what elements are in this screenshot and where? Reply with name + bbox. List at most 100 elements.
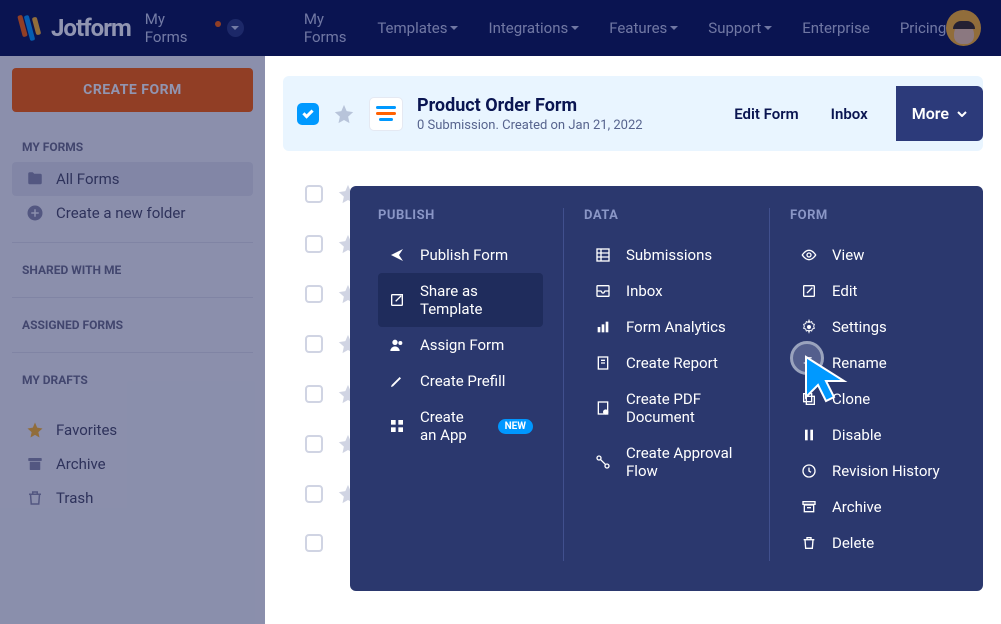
form-checkbox[interactable] [305, 235, 323, 253]
eye-icon [800, 246, 818, 264]
form-subtitle: 0 Submission. Created on Jan 21, 2022 [417, 118, 643, 133]
form-checkbox[interactable] [305, 335, 323, 353]
analytics-icon [594, 318, 612, 336]
sidebar-item-archive[interactable]: Archive [12, 447, 253, 481]
chevron-down-icon [764, 26, 772, 30]
history-icon [800, 462, 818, 480]
clone-icon [800, 390, 818, 408]
create-app-item[interactable]: Create an AppNEW [378, 399, 543, 453]
trash-icon [26, 489, 44, 507]
nav-pricing[interactable]: Pricing [900, 10, 946, 46]
create-approval-item[interactable]: Create Approval Flow [584, 435, 749, 489]
logo-icon [20, 15, 39, 41]
form-checkbox[interactable] [305, 435, 323, 453]
users-icon [388, 336, 406, 354]
assign-form-item[interactable]: Assign Form [378, 327, 543, 363]
check-icon [302, 107, 313, 118]
archive-item[interactable]: Archive [790, 489, 955, 525]
dropdown-header-data: DATA [584, 208, 749, 223]
form-title: Product Order Form [417, 95, 643, 116]
form-card[interactable]: Product Order Form 0 Submission. Created… [283, 76, 983, 151]
publish-form-item[interactable]: Publish Form [378, 237, 543, 273]
create-pdf-item[interactable]: Create PDF Document [584, 381, 749, 435]
form-type-icon [369, 97, 403, 131]
external-icon [388, 291, 406, 309]
archive-icon [26, 455, 44, 473]
sidebar-header-assigned: ASSIGNED FORMS [12, 310, 253, 340]
sidebar-item-all-forms[interactable]: All Forms [12, 162, 253, 196]
pause-icon [800, 426, 818, 444]
sidebar: CREATE FORM MY FORMS All Forms Create a … [0, 56, 265, 624]
nav-features[interactable]: Features [609, 10, 678, 46]
notification-dot-icon [215, 21, 221, 27]
dropdown-header-form: FORM [790, 208, 955, 223]
chevron-down-icon [571, 26, 579, 30]
myforms-dropdown[interactable]: My Forms [145, 10, 244, 46]
folder-icon [26, 170, 44, 188]
edit-form-button[interactable]: Edit Form [730, 86, 802, 141]
inbox-item[interactable]: Inbox [584, 273, 749, 309]
logo[interactable]: Jotform [20, 14, 131, 42]
more-dropdown: PUBLISH Publish Form Share as Template A… [350, 186, 983, 591]
new-badge: NEW [498, 419, 533, 434]
nav-templates[interactable]: Templates [377, 10, 458, 46]
report-icon [594, 354, 612, 372]
create-report-item[interactable]: Create Report [584, 345, 749, 381]
form-analytics-item[interactable]: Form Analytics [584, 309, 749, 345]
rename-icon [800, 354, 818, 372]
form-checkbox[interactable] [305, 185, 323, 203]
sidebar-header-drafts: MY DRAFTS [12, 365, 253, 395]
settings-item[interactable]: Settings [790, 309, 955, 345]
share-icon [388, 246, 406, 264]
archive-icon [800, 498, 818, 516]
plus-circle-icon [26, 204, 44, 222]
gear-icon [800, 318, 818, 336]
clone-item[interactable]: Clone [790, 381, 955, 417]
nav-support[interactable]: Support [708, 10, 772, 46]
form-checkbox[interactable] [305, 285, 323, 303]
chevron-down-icon [227, 19, 244, 37]
edit-icon [800, 282, 818, 300]
chevron-down-icon [670, 26, 678, 30]
chevron-down-icon [450, 26, 458, 30]
favorite-toggle[interactable] [333, 103, 355, 125]
sidebar-item-new-folder[interactable]: Create a new folder [12, 196, 253, 230]
top-nav: Jotform My Forms My Forms Templates Inte… [0, 0, 1001, 56]
form-checkbox[interactable] [297, 103, 319, 125]
form-checkbox[interactable] [305, 485, 323, 503]
create-prefill-item[interactable]: Create Prefill [378, 363, 543, 399]
flow-icon [594, 453, 612, 471]
main: Submissions Reports AppsNEW Move To More… [265, 56, 1001, 624]
sidebar-header-myforms: MY FORMS [12, 132, 253, 162]
revision-history-item[interactable]: Revision History [790, 453, 955, 489]
inbox-icon [594, 282, 612, 300]
delete-item[interactable]: Delete [790, 525, 955, 561]
card-more-button[interactable]: More [896, 86, 983, 141]
pencil-icon [388, 372, 406, 390]
sidebar-item-trash[interactable]: Trash [12, 481, 253, 515]
star-icon [26, 421, 44, 439]
trash-icon [800, 534, 818, 552]
view-item[interactable]: View [790, 237, 955, 273]
sidebar-header-shared: SHARED WITH ME [12, 255, 253, 285]
table-icon [594, 246, 612, 264]
highlight-area: Product Order Form 0 Submission. Created… [265, 56, 1001, 624]
dropdown-header-publish: PUBLISH [378, 208, 543, 223]
inbox-button[interactable]: Inbox [827, 86, 872, 141]
chevron-down-icon [957, 111, 967, 117]
nav-integrations[interactable]: Integrations [488, 10, 579, 46]
rename-item[interactable]: Rename [790, 345, 955, 381]
edit-item[interactable]: Edit [790, 273, 955, 309]
disable-item[interactable]: Disable [790, 417, 955, 453]
pdf-icon [594, 399, 612, 417]
share-as-template-item[interactable]: Share as Template [378, 273, 543, 327]
nav-my-forms[interactable]: My Forms [304, 10, 347, 46]
submissions-item[interactable]: Submissions [584, 237, 749, 273]
form-checkbox[interactable] [305, 534, 323, 552]
apps-icon [388, 417, 406, 435]
sidebar-item-favorites[interactable]: Favorites [12, 413, 253, 447]
create-form-button[interactable]: CREATE FORM [12, 68, 253, 112]
nav-enterprise[interactable]: Enterprise [802, 10, 870, 46]
avatar[interactable] [946, 10, 981, 46]
form-checkbox[interactable] [305, 385, 323, 403]
